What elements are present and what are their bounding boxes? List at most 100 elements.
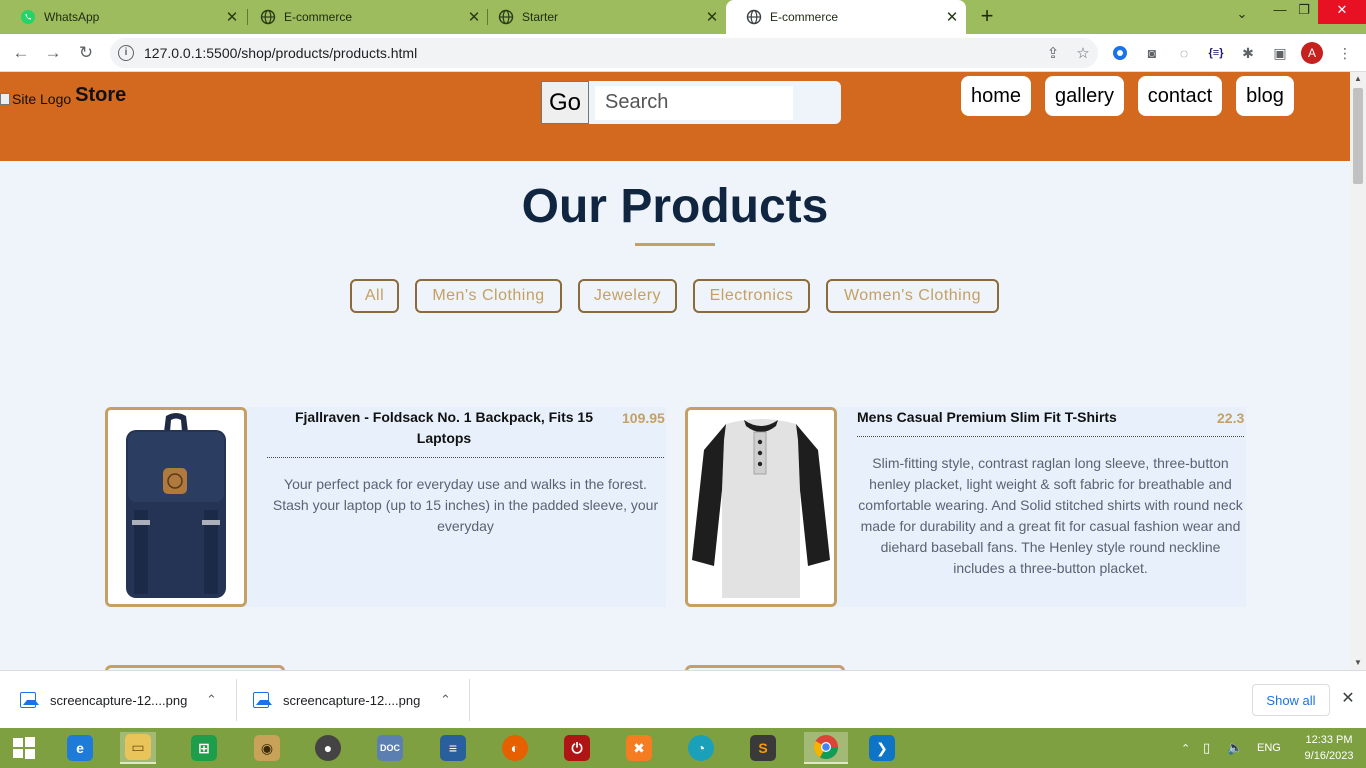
back-icon[interactable]: ← xyxy=(10,42,32,64)
store-app-icon[interactable]: ⊞ xyxy=(186,732,222,764)
camera-icon[interactable]: ◙ xyxy=(1143,44,1161,62)
product-card[interactable]: Mens Casual Premium Slim Fit T-Shirts 22… xyxy=(685,407,1246,607)
brand-name: Store xyxy=(75,84,127,106)
site-header: Site Logo Store Go home gallery contact … xyxy=(0,72,1350,161)
address-bar[interactable]: i 127.0.0.1:5500/shop/products/products.… xyxy=(110,38,1098,68)
download-divider xyxy=(236,679,237,721)
product-image[interactable] xyxy=(685,407,837,607)
windows-start-icon[interactable] xyxy=(6,732,42,764)
chevron-up-icon[interactable]: ⌃ xyxy=(206,692,217,708)
forward-icon[interactable]: → xyxy=(42,42,64,64)
tab-whatsapp[interactable]: WhatsApp ✕ xyxy=(0,0,246,34)
xampp-icon[interactable]: ✖ xyxy=(621,732,657,764)
tab-title: E-commerce xyxy=(284,10,353,24)
broken-image-logo: Site Logo xyxy=(0,91,71,107)
nav-link-contact[interactable]: contact xyxy=(1138,76,1222,116)
download-item[interactable]: screencapture-12....png ⌃ xyxy=(253,671,463,729)
url-text[interactable]: 127.0.0.1:5500/shop/products/products.ht… xyxy=(144,45,1038,61)
download-item[interactable]: screencapture-12....png ⌃ xyxy=(20,671,230,729)
profile-avatar[interactable]: A xyxy=(1301,42,1323,64)
tab-search-icon[interactable]: ⌄ xyxy=(1224,4,1260,28)
internet-explorer-icon[interactable]: e xyxy=(62,732,98,764)
product-name[interactable]: Mens Casual Premium Slim Fit T-Shirts xyxy=(857,407,1177,428)
language-indicator[interactable]: ENG xyxy=(1257,728,1281,768)
image-file-icon xyxy=(20,692,39,708)
nav-link-home[interactable]: home xyxy=(961,76,1031,116)
close-shelf-icon[interactable]: ✕ xyxy=(1338,689,1358,709)
download-filename[interactable]: screencapture-12....png xyxy=(50,693,187,708)
tab-title: E-commerce xyxy=(770,10,839,24)
product-description: Slim-fitting style, contrast raglan long… xyxy=(858,455,1243,576)
edge-icon[interactable]: ◔ xyxy=(683,732,719,764)
filter-all[interactable]: All xyxy=(350,279,399,313)
filter-jewelery[interactable]: Jewelery xyxy=(578,279,677,313)
site-info-icon[interactable]: i xyxy=(118,45,134,61)
image-file-icon xyxy=(253,692,272,708)
vscode-icon[interactable]: ❯ xyxy=(864,732,900,764)
tab-ecommerce-1[interactable]: E-commerce ✕ xyxy=(240,0,488,34)
page-viewport: Site Logo Store Go home gallery contact … xyxy=(0,72,1350,670)
scroll-down-icon[interactable]: ▼ xyxy=(1350,656,1366,670)
doc-app-icon[interactable]: DOC xyxy=(372,732,408,764)
windows-taskbar: e ▭ ⊞ ◉ ● DOC ≡ ◐ ⏻ ✖ ◔ S ❯ ⌃ ▯ 🔈 ENG 12… xyxy=(0,728,1366,768)
nav-link-gallery[interactable]: gallery xyxy=(1045,76,1124,116)
product-image[interactable] xyxy=(105,407,247,607)
browser-toolbar: ← → ↻ i 127.0.0.1:5500/shop/products/pro… xyxy=(0,34,1366,72)
product-card[interactable]: Fjallraven - Foldsack No. 1 Backpack, Fi… xyxy=(105,407,666,607)
new-tab-button[interactable]: + xyxy=(976,5,998,27)
filter-electronics[interactable]: Electronics xyxy=(693,279,810,313)
chrome-icon[interactable] xyxy=(804,732,848,764)
firefox-icon[interactable]: ◐ xyxy=(497,732,533,764)
browser-tab-strip: WhatsApp ✕ E-commerce ✕ Starter ✕ E-comm… xyxy=(0,0,1366,34)
close-tab-icon[interactable]: ✕ xyxy=(942,8,962,26)
show-all-downloads-button[interactable]: Show all xyxy=(1252,684,1330,716)
side-panel-icon[interactable]: ▣ xyxy=(1271,44,1289,62)
restore-button[interactable]: ❐ xyxy=(1286,0,1322,24)
system-clock[interactable]: 12:33 PM 9/16/2023 xyxy=(1298,732,1360,764)
tab-ecommerce-active[interactable]: E-commerce ✕ xyxy=(726,0,966,34)
globe-icon xyxy=(746,9,762,25)
globe-icon xyxy=(498,9,514,25)
product-price: 22.3 xyxy=(1217,410,1245,426)
tab-starter[interactable]: Starter ✕ xyxy=(478,0,726,34)
close-tab-icon[interactable]: ✕ xyxy=(702,8,722,26)
scroll-up-icon[interactable]: ▲ xyxy=(1350,72,1366,86)
network-icon[interactable]: ▯ xyxy=(1203,728,1210,768)
tray-show-hidden-icon[interactable]: ⌃ xyxy=(1181,728,1190,768)
extensions-puzzle-icon[interactable]: ✱ xyxy=(1239,44,1257,62)
whatsapp-icon xyxy=(20,9,36,25)
speaker-app-icon[interactable]: ● xyxy=(310,732,346,764)
download-filename[interactable]: screencapture-12....png xyxy=(283,693,420,708)
volume-icon[interactable]: 🔈 xyxy=(1227,728,1243,768)
kebab-menu-icon[interactable]: ⋮ xyxy=(1336,44,1354,62)
site-logo[interactable]: Site Logo Store xyxy=(0,84,126,107)
power-app-icon[interactable]: ⏻ xyxy=(559,732,595,764)
text-editor-icon[interactable]: ≡ xyxy=(435,732,471,764)
extension-timer-icon[interactable]: ◌ xyxy=(1175,44,1193,62)
close-tab-icon[interactable]: ✕ xyxy=(222,8,242,26)
tab-title: Starter xyxy=(522,10,559,24)
file-explorer-icon[interactable]: ▭ xyxy=(120,732,156,764)
logo-alt-text: Site Logo xyxy=(12,91,72,107)
google-lens-icon[interactable] xyxy=(1111,44,1129,62)
product-name[interactable]: Fjallraven - Foldsack No. 1 Backpack, Fi… xyxy=(269,407,619,449)
filter-womens-clothing[interactable]: Women's Clothing xyxy=(826,279,999,313)
filter-mens-clothing[interactable]: Men's Clothing xyxy=(415,279,562,313)
product-divider xyxy=(267,457,664,458)
scrollbar-thumb[interactable] xyxy=(1353,88,1363,184)
product-description: Your perfect pack for everyday use and w… xyxy=(272,476,659,534)
json-viewer-icon[interactable]: {≡} xyxy=(1207,44,1225,62)
search-form: Go xyxy=(541,81,841,124)
page-scrollbar[interactable]: ▲ ▼ xyxy=(1350,72,1366,670)
chevron-up-icon[interactable]: ⌃ xyxy=(440,692,451,708)
sublime-text-icon[interactable]: S xyxy=(745,732,781,764)
media-app-icon[interactable]: ◉ xyxy=(249,732,285,764)
clock-date: 9/16/2023 xyxy=(1304,750,1354,762)
reload-icon[interactable]: ↻ xyxy=(75,42,97,64)
bookmark-star-icon[interactable]: ☆ xyxy=(1068,44,1098,62)
share-icon[interactable]: ⇪ xyxy=(1038,44,1068,62)
nav-link-blog[interactable]: blog xyxy=(1236,76,1294,116)
search-input[interactable] xyxy=(595,85,793,120)
close-window-button[interactable]: ✕ xyxy=(1318,0,1366,24)
search-go-button[interactable]: Go xyxy=(541,81,589,124)
